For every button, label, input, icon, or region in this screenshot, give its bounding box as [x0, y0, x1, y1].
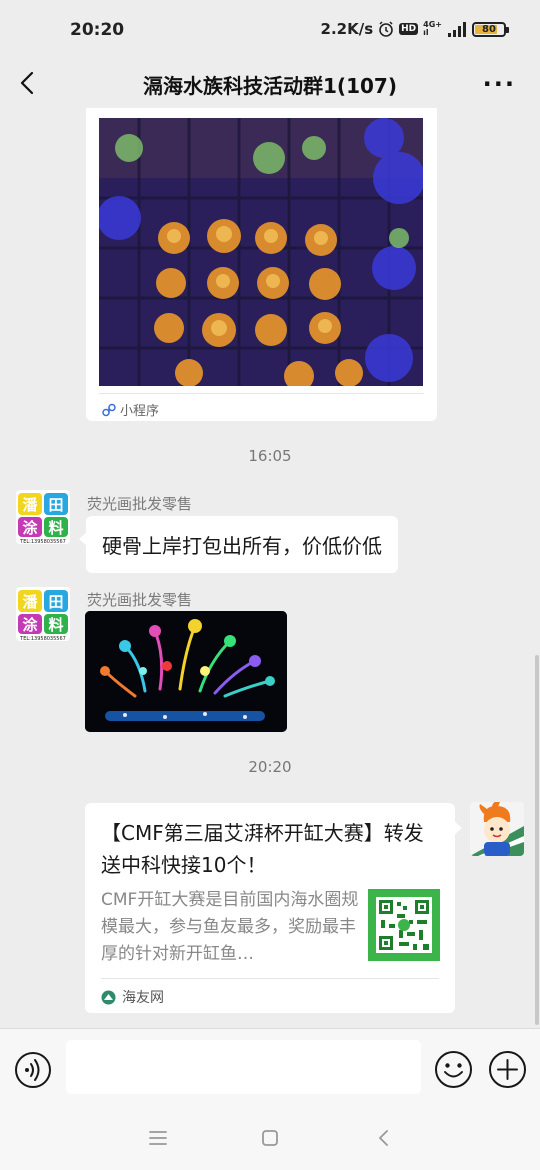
message-input[interactable]	[66, 1040, 421, 1094]
network-type-bottom: ıl	[423, 28, 429, 37]
status-time: 20:20	[70, 20, 125, 40]
alarm-icon	[379, 21, 393, 37]
avatar-text-4: 料	[48, 616, 63, 634]
voice-icon[interactable]	[14, 1051, 52, 1089]
card-divider	[101, 978, 439, 979]
plus-icon[interactable]	[488, 1050, 527, 1089]
source-logo-icon	[101, 990, 116, 1004]
net-speed: 2.2K/s	[320, 20, 374, 38]
scrollbar[interactable]	[535, 655, 539, 1025]
mini-program-source: 小程序	[102, 400, 159, 419]
message-text: 硬骨上岸打包出所有，价低价低	[102, 534, 382, 558]
link-description: CMF开缸大赛是目前国内海水圈规模最大，参与鱼友最多，奖励最丰厚的针对新开缸鱼…	[101, 890, 359, 964]
qr-code-thumbnail	[368, 889, 440, 961]
avatar-text-1: 潘	[22, 593, 38, 611]
timestamp: 20:20	[248, 758, 292, 776]
back-icon[interactable]	[14, 68, 42, 98]
link-source-label: 海友网	[122, 990, 164, 1006]
timestamp: 16:05	[248, 447, 292, 465]
text-message-bubble[interactable]: 硬骨上岸打包出所有，价低价低	[79, 516, 398, 573]
emoji-icon[interactable]	[434, 1050, 473, 1089]
image-message[interactable]	[85, 611, 287, 732]
input-bar	[0, 1028, 540, 1106]
avatar-text-4: 料	[48, 519, 63, 537]
avatar[interactable]: 潘 田 涂 料 TEL:13958035567	[16, 490, 70, 544]
mini-program-icon	[102, 403, 116, 416]
sender-name: 荧光画批发零售	[87, 495, 193, 513]
menu-icon[interactable]	[144, 1124, 172, 1152]
link-card-message[interactable]: 【CMF第三届艾湃杯开缸大赛】转发送中科快接10个！ CMF开缸大赛是目前国内海…	[85, 803, 462, 1013]
avatar-text-3: 涂	[22, 616, 38, 634]
avatar-phone: TEL:13958035567	[19, 636, 66, 641]
avatar-phone: TEL:13958035567	[19, 539, 66, 544]
my-avatar[interactable]	[470, 802, 524, 856]
status-indicators: 2.2K/s HD 4G+ ıl 80	[320, 20, 509, 38]
system-navigation-bar	[0, 1106, 540, 1170]
avatar[interactable]: 潘 田 涂 料 TEL:13958035567	[16, 587, 70, 641]
link-title: 【CMF第三届艾湃杯开缸大赛】转发送中科快接10个！	[101, 821, 424, 877]
back-nav-icon[interactable]	[370, 1124, 398, 1152]
status-bar: 20:20 2.2K/s HD 4G+ ıl 80	[0, 0, 540, 60]
avatar-text-2: 田	[48, 593, 63, 611]
chat-header: 滆海水族科技活动群1(107) ···	[0, 60, 540, 108]
battery-level: 80	[482, 23, 496, 35]
signal-icon	[448, 21, 466, 37]
battery-icon: 80	[472, 21, 509, 37]
chat-title: 滆海水族科技活动群1(107)	[143, 74, 397, 98]
mini-program-label: 小程序	[120, 404, 160, 419]
hd-badge: HD	[399, 23, 419, 35]
mini-program-card[interactable]: 小程序	[86, 108, 437, 421]
more-options-button[interactable]: ···	[483, 70, 516, 98]
home-icon[interactable]	[256, 1124, 284, 1152]
network-type: 4G+ ıl	[423, 21, 442, 37]
avatar-text-3: 涂	[22, 519, 38, 537]
avatar-text-2: 田	[48, 496, 63, 514]
avatar-text-1: 潘	[22, 496, 38, 514]
sender-name: 荧光画批发零售	[87, 591, 193, 609]
coral-photo	[99, 118, 423, 386]
link-source: 海友网	[101, 987, 164, 1007]
card-divider	[99, 393, 424, 394]
